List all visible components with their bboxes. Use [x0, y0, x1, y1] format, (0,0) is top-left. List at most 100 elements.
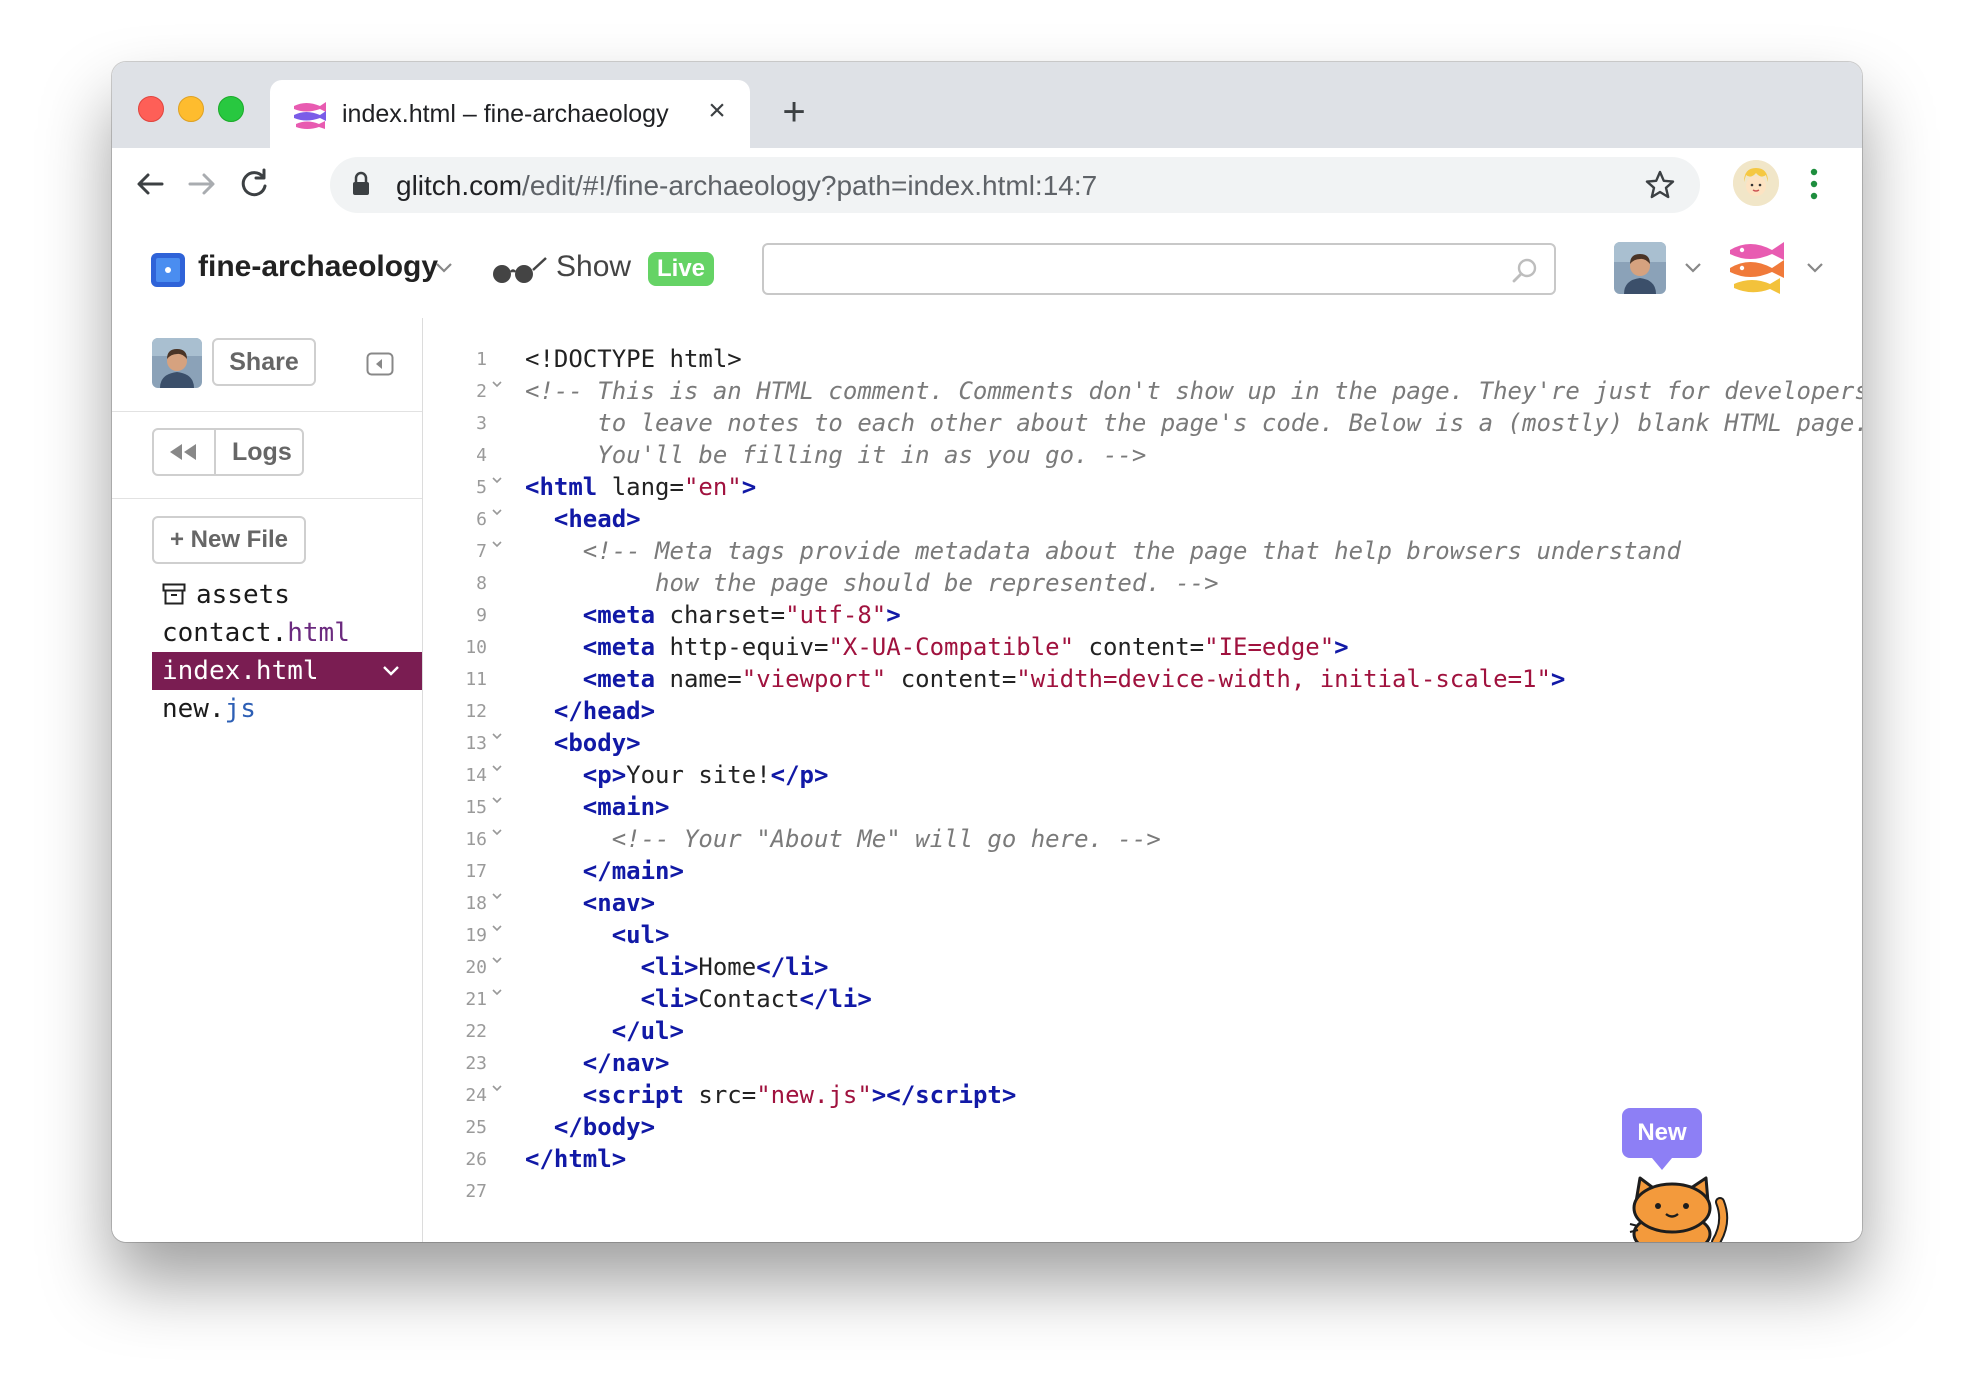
bookmark-star-icon[interactable]: [1644, 169, 1676, 201]
fold-arrow-icon[interactable]: [491, 795, 503, 805]
divider: [112, 411, 422, 412]
line-number: 3: [476, 413, 487, 434]
fold-arrow-icon[interactable]: [491, 955, 503, 965]
minimize-window-button[interactable]: [178, 96, 204, 122]
profile-avatar-icon[interactable]: [1733, 160, 1779, 206]
line-number: 14: [465, 765, 487, 786]
share-button[interactable]: Share: [212, 338, 316, 386]
forward-arrow-icon[interactable]: [182, 164, 222, 204]
chevron-down-icon[interactable]: [1684, 262, 1702, 274]
fold-arrow-icon[interactable]: [491, 891, 503, 901]
line-number: 17: [465, 861, 487, 882]
line-number: 23: [465, 1053, 487, 1074]
address-bar[interactable]: glitch.com/edit/#!/fine-archaeology?path…: [330, 157, 1700, 213]
line-number: 12: [465, 701, 487, 722]
line-number: 19: [465, 925, 487, 946]
browser-tab[interactable]: index.html – fine-archaeology ×: [270, 80, 750, 148]
line-number: 15: [465, 797, 487, 818]
rewind-button[interactable]: [154, 430, 216, 474]
line-number: 6: [476, 509, 487, 530]
line-number: 7: [476, 541, 487, 562]
close-window-button[interactable]: [138, 96, 164, 122]
show-label: Show: [556, 250, 632, 283]
glitch-fish-icon: [294, 102, 326, 129]
line-number: 16: [465, 829, 487, 850]
code-editor[interactable]: 1 <!DOCTYPE html> 2 <!-- This is an HTML c…: [423, 318, 1862, 1242]
file-sidebar: Share Logs + New File assets contact.htm…: [112, 318, 423, 1242]
line-number: 1: [476, 349, 487, 370]
file-item-index[interactable]: index.html: [152, 652, 422, 690]
new-tab-button[interactable]: +: [774, 92, 814, 132]
url-path: /edit/#!/fine-archaeology?path=index.htm…: [522, 170, 1098, 201]
chevron-down-icon[interactable]: [1806, 262, 1824, 274]
tab-title: index.html – fine-archaeology: [342, 100, 669, 128]
url-text: glitch.com/edit/#!/fine-archaeology?path…: [396, 170, 1097, 202]
user-avatar[interactable]: [1614, 242, 1666, 294]
close-tab-icon[interactable]: ×: [700, 94, 734, 128]
browser-menu-icon[interactable]: [1809, 164, 1819, 204]
sunglasses-icon: [493, 257, 547, 283]
fold-arrow-icon[interactable]: [491, 539, 503, 549]
new-features-bubble[interactable]: New: [1622, 1108, 1702, 1170]
project-logo-icon: [151, 253, 185, 287]
back-arrow-icon[interactable]: [130, 164, 170, 204]
lock-icon: [353, 171, 369, 195]
line-number: 8: [476, 573, 487, 594]
line-number: 26: [465, 1149, 487, 1170]
line-number: 10: [465, 637, 487, 658]
line-number: 2: [476, 381, 487, 402]
fold-arrow-icon[interactable]: [491, 923, 503, 933]
file-name: index.: [162, 656, 256, 686]
file-ext: html: [255, 656, 319, 686]
collaborator-avatar[interactable]: [152, 338, 202, 388]
line-number: 18: [465, 893, 487, 914]
line-number: 9: [476, 605, 487, 626]
glitch-header: fine-archaeology Show Live: [112, 220, 1862, 319]
live-badge: Live: [648, 252, 715, 286]
maximize-window-button[interactable]: [218, 96, 244, 122]
reload-icon[interactable]: [234, 164, 274, 204]
chevron-down-icon[interactable]: [435, 262, 453, 274]
search-icon: [1512, 258, 1537, 283]
fold-arrow-icon[interactable]: [491, 507, 503, 517]
fold-arrow-icon[interactable]: [491, 1083, 503, 1093]
line-number: 20: [465, 957, 487, 978]
glitch-fish-menu-icon[interactable]: [1726, 236, 1790, 296]
file-name: contact.: [162, 618, 288, 648]
cat-mascot-icon[interactable]: [1624, 1172, 1732, 1242]
file-item-new-js[interactable]: new.js: [152, 690, 422, 728]
fold-arrow-icon[interactable]: [491, 731, 503, 741]
collapse-sidebar-icon[interactable]: [366, 352, 394, 376]
file-item-contact[interactable]: contact.html: [152, 614, 422, 652]
file-item-assets[interactable]: assets: [152, 576, 422, 614]
file-name: assets: [196, 580, 290, 610]
file-name: new.: [162, 694, 225, 724]
search-input[interactable]: [762, 243, 1556, 295]
file-list: assets contact.html index.html new.js: [152, 576, 422, 728]
line-number: 22: [465, 1021, 487, 1042]
line-number: 25: [465, 1117, 487, 1138]
logs-button[interactable]: Logs: [152, 428, 304, 476]
title-bar: index.html – fine-archaeology × +: [112, 62, 1862, 148]
rewind-icon: [170, 444, 196, 460]
logs-label: Logs: [232, 438, 292, 466]
line-number: 27: [465, 1181, 487, 1202]
fold-arrow-icon[interactable]: [491, 379, 503, 389]
file-ext: html: [287, 618, 350, 648]
url-host: glitch.com: [396, 170, 523, 201]
fold-arrow-icon[interactable]: [491, 987, 503, 997]
line-number: 11: [465, 669, 487, 690]
new-file-button[interactable]: + New File: [152, 516, 306, 564]
fold-arrow-icon[interactable]: [491, 827, 503, 837]
archive-box-icon: [162, 583, 186, 605]
browser-toolbar: glitch.com/edit/#!/fine-archaeology?path…: [112, 148, 1862, 221]
fold-arrow-icon[interactable]: [491, 475, 503, 485]
line-number: 13: [465, 733, 487, 754]
line-number: 5: [476, 477, 487, 498]
project-name[interactable]: fine-archaeology: [198, 250, 438, 284]
browser-window: index.html – fine-archaeology × + glitch…: [112, 62, 1862, 1242]
fold-arrow-icon[interactable]: [491, 763, 503, 773]
file-ext: js: [224, 694, 256, 724]
chevron-down-icon[interactable]: [382, 665, 400, 677]
line-number: 24: [465, 1085, 487, 1106]
